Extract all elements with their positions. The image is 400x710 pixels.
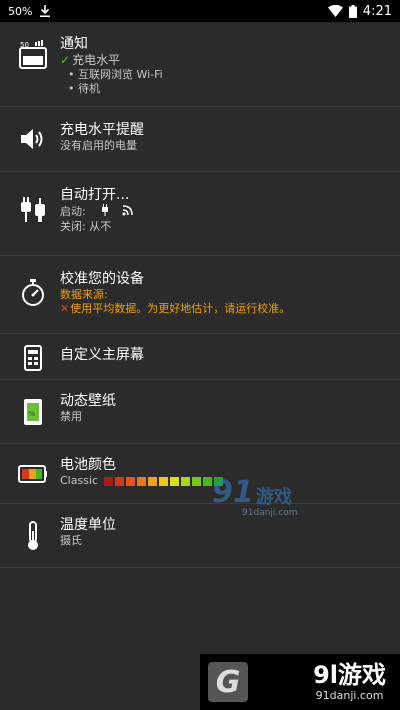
settings-item-auto-open[interactable]: 自动打开... 启动: 关闭: 从不 [0, 172, 400, 256]
charge-reminder-title: 充电水平提醒 [60, 122, 144, 138]
battery-color-icon [16, 456, 50, 492]
small-wifi-icon [122, 204, 134, 220]
download-icon [40, 5, 51, 17]
speaker-icon [16, 121, 50, 157]
calibrate-title: 校准您的设备 [60, 271, 144, 287]
watermark-mid-url: 91danji.com [242, 508, 298, 518]
live-wallpaper-title: 动态壁纸 [60, 393, 116, 409]
bullet-item: • 待机 [68, 82, 100, 95]
settings-item-battery-color[interactable]: 电池颜色 Classic [0, 444, 400, 504]
battery-notification-icon: 50 [16, 35, 50, 75]
color-scale [104, 476, 224, 486]
temperature-title: 温度单位 [60, 517, 116, 533]
settings-item-temperature-unit[interactable]: 温度单位 摄氏 [0, 504, 400, 568]
small-plug-icon [100, 204, 110, 220]
watermark-bottom: G 9l游戏 91danji.com [200, 654, 400, 710]
calibrate-warning: ✕使用平均数据。为更好地估计，请运行校准。 [60, 302, 291, 315]
watermark-mid-text: 游戏 [255, 487, 292, 508]
auto-off-label: 关闭: 从不 [60, 220, 112, 233]
watermark-brand: 9l游戏 [313, 661, 386, 689]
battery-percent-text: 50% [8, 4, 33, 18]
live-wallpaper-subtitle: 禁用 [60, 410, 82, 423]
color-segment [104, 476, 114, 486]
checkmark-icon: ✓ [60, 53, 71, 67]
watermark-mid: 91 游戏 91danji.com [212, 475, 297, 519]
battery-color-scheme: Classic [60, 474, 99, 487]
settings-item-calibrate[interactable]: 校准您的设备 数据来源: ✕使用平均数据。为更好地估计，请运行校准。 [0, 256, 400, 334]
color-segment [126, 476, 136, 486]
clock-time: 4:21 [362, 3, 392, 19]
settings-item-notification[interactable]: 50 通知 ✓ 充电水平 • 互联网浏览 Wi-Fi • 待机 [0, 23, 400, 107]
watermark-url: 91danji.com [315, 689, 384, 702]
settings-item-live-wallpaper[interactable]: % 动态壁纸 禁用 [0, 380, 400, 444]
status-bar: 50% 4:21 [0, 0, 400, 22]
battery-icon [348, 4, 357, 18]
auto-on-row: 启动: [60, 204, 400, 220]
checked-option: ✓ 充电水平 [60, 53, 121, 67]
color-segment [159, 476, 169, 486]
battery-color-title: 电池颜色 [60, 457, 116, 473]
color-segment [203, 476, 213, 486]
color-segment [115, 476, 125, 486]
x-icon: ✕ [60, 302, 70, 315]
settings-item-custom-home[interactable]: 自定义主屏幕 [0, 334, 400, 380]
charge-reminder-subtitle: 没有启用的电量 [60, 139, 137, 152]
svg-text:50: 50 [20, 41, 29, 49]
temperature-subtitle: 摄氏 [60, 534, 82, 547]
thermometer-icon [16, 516, 50, 556]
color-segment [181, 476, 191, 486]
data-source-label: 数据来源: [60, 288, 108, 301]
color-segment [137, 476, 147, 486]
settings-list: 50 通知 ✓ 充电水平 • 互联网浏览 Wi-Fi • 待机 充电水平提醒 没有… [0, 22, 400, 568]
color-segment [148, 476, 158, 486]
svg-text:%: % [29, 410, 36, 418]
color-segment [192, 476, 202, 486]
phone-icon [16, 345, 50, 371]
stopwatch-icon [16, 270, 50, 316]
live-wallpaper-icon: % [16, 392, 50, 432]
watermark-logo: G [208, 662, 248, 702]
bullet-item: • 互联网浏览 Wi-Fi [68, 68, 163, 81]
custom-home-title: 自定义主屏幕 [60, 347, 144, 363]
settings-item-charge-reminder[interactable]: 充电水平提醒 没有启用的电量 [0, 107, 400, 172]
notification-title: 通知 [60, 36, 88, 52]
color-segment [170, 476, 180, 486]
plug-icon [16, 186, 50, 234]
auto-open-title: 自动打开... [60, 187, 130, 203]
watermark-mid-number: 91 [212, 475, 254, 510]
wifi-icon [327, 5, 343, 17]
